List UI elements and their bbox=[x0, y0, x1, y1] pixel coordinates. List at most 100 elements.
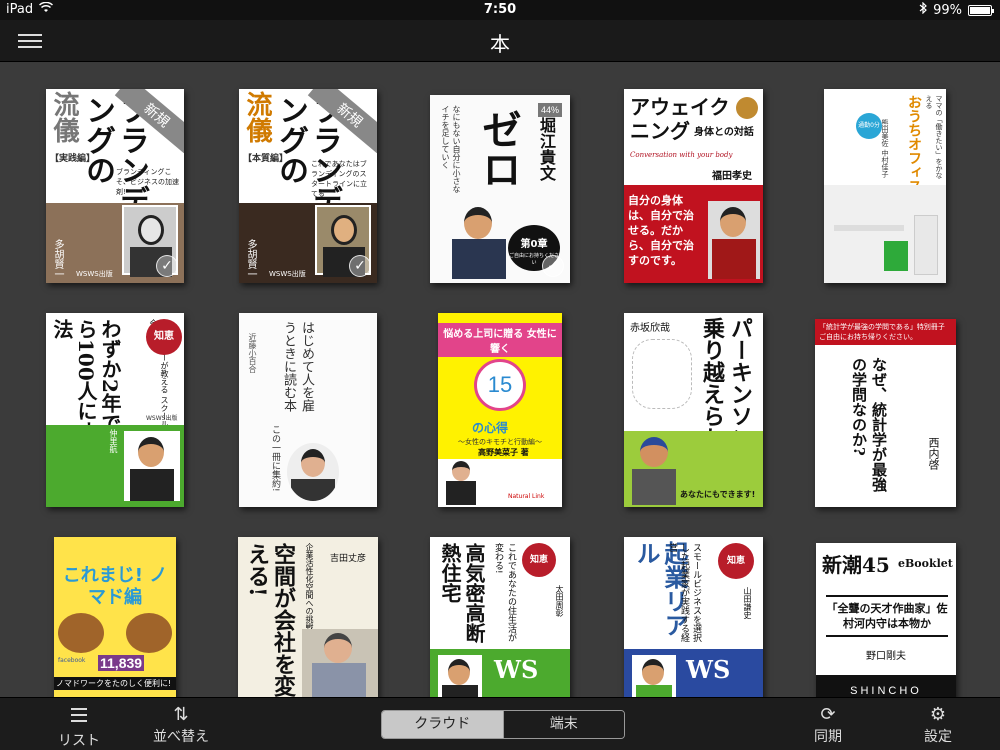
progress-badge: 44% bbox=[537, 103, 562, 117]
list-button[interactable]: リスト bbox=[52, 704, 106, 750]
author-photo bbox=[632, 655, 676, 697]
book-author: 堀江貴文 bbox=[537, 117, 556, 181]
book-cover[interactable]: なにもない自分に小さなイチを足していく ゼロ 堀江貴文 第0章 ご自由にお持ちく… bbox=[430, 95, 570, 283]
book-cover[interactable]: アウェイクニング 身体との対話 Conversation with your b… bbox=[624, 89, 763, 283]
settings-label: 設定 bbox=[924, 729, 952, 745]
book-subtitle: あなたにもできます! bbox=[680, 490, 756, 499]
book-big-text: はじめて人を雇うときに読む本 bbox=[281, 321, 314, 412]
book-author: 近藤小百合 bbox=[248, 333, 257, 373]
book-number: 11,839 bbox=[98, 655, 145, 671]
sort-label: 並べ替え bbox=[153, 729, 209, 745]
book-author: 太田周彰 bbox=[555, 585, 564, 617]
book-big-text: 新潮45 bbox=[822, 553, 890, 577]
footprint-illustration bbox=[632, 339, 692, 409]
book-top-text: 流儀 bbox=[49, 91, 79, 143]
book-publisher: WSWS出版 bbox=[76, 270, 113, 278]
sync-icon: ⟳ bbox=[820, 704, 836, 725]
author-photo bbox=[444, 207, 514, 281]
gear-icon: ⚙ bbox=[929, 704, 947, 725]
book-subtitle: 企業活性化空間への挑戦 bbox=[305, 543, 314, 631]
book-cover[interactable]: 空間が会社を変える! 企業活性化空間への挑戦 吉田丈彦 bbox=[238, 537, 378, 697]
book-subtitle: ノマドワークをたのしく便利に! bbox=[54, 677, 176, 690]
list-icon bbox=[52, 708, 106, 730]
book-author: 多胡賢一 bbox=[245, 239, 256, 279]
sort-button[interactable]: ⇅ 並べ替え bbox=[146, 704, 216, 746]
book-subtitle: なにもない自分に小さなイチを足していく bbox=[441, 105, 461, 193]
author-photo bbox=[628, 433, 680, 505]
book-publisher: SHINCHO bbox=[816, 675, 956, 697]
book-cover[interactable]: 起業リアル スモールビジネスを選択した起業家が実践する経営 知恵 山田謙史 WS bbox=[624, 537, 763, 697]
book-cover[interactable]: 流儀 【本質編】 ブランディングの これであなたはブランディングのスタートライン… bbox=[239, 89, 377, 283]
book-author: 多胡賢一 bbox=[52, 239, 63, 279]
bear-illustration bbox=[126, 613, 172, 653]
book-subtitle: 「全聾の天才作曲家」佐村河内守は本物か bbox=[826, 595, 948, 637]
author-photo bbox=[438, 655, 482, 697]
book-cover[interactable]: 新潮45 eBooklet 「全聾の天才作曲家」佐村河内守は本物か 野口剛夫 S… bbox=[816, 543, 956, 697]
book-publisher: WSWS出版 bbox=[146, 415, 178, 422]
ws-logo: WS bbox=[686, 655, 731, 684]
book-cover[interactable]: 赤坂欣哉 パーキンソン病は乗り越えられる! あなたにもできます! bbox=[624, 313, 763, 507]
sync-label: 同期 bbox=[814, 729, 842, 745]
book-author: 仲里航 bbox=[109, 429, 118, 453]
author-photo bbox=[124, 431, 180, 501]
book-big-text: 高気密高断熱住宅 bbox=[438, 543, 486, 643]
series-seal: 知恵 bbox=[522, 543, 556, 577]
settings-button[interactable]: ⚙ 設定 bbox=[916, 704, 960, 746]
book-subtitle: ブランディングこそ、ビジネスの加速剤! bbox=[116, 168, 179, 196]
book-big-text: 空間が会社を変える! bbox=[244, 543, 296, 697]
chapter-label: 第0章 bbox=[520, 239, 548, 250]
segment-device[interactable]: 端末 bbox=[502, 711, 624, 738]
segment-cloud[interactable]: クラウド bbox=[382, 711, 503, 738]
book-note: facebook bbox=[58, 657, 86, 664]
clock: 7:50 bbox=[483, 2, 517, 17]
book-subtitle: これであなたの住生活が変わる! bbox=[493, 543, 516, 642]
downloaded-check-icon: ✓ bbox=[349, 255, 371, 277]
book-subtitle: スモールビジネスを選択した起業家が実践する経営 bbox=[667, 543, 701, 642]
book-cover[interactable]: わずか2年で0人から100人にする方法 元Jリーガーが教える スクール会員数を … bbox=[46, 313, 184, 507]
book-subtitle: 身体との対話 bbox=[694, 127, 754, 138]
downloaded-check-icon: ✓ bbox=[542, 255, 564, 277]
book-big-text: おうちオフィス bbox=[906, 95, 922, 193]
list-label: リスト bbox=[58, 733, 100, 749]
book-cover[interactable]: はじめて人を雇うときに読む本 近藤小百合 この一冊に集約! bbox=[239, 313, 377, 507]
sync-button[interactable]: ⟳ 同期 bbox=[806, 704, 850, 746]
status-bar: iPad 7:50 99% bbox=[0, 0, 1000, 20]
book-en-title: Conversation with your body bbox=[630, 151, 733, 159]
book-tagline: 自分の身体は、自分で治せる。だから、自分で治すのです。 bbox=[628, 194, 694, 267]
book-cover[interactable]: 悩める上司に贈る 女性に響く 15 の心得 〜女性のキモチと行動編〜 高野美菜子… bbox=[438, 313, 562, 507]
nav-bar: 本 bbox=[0, 20, 1000, 62]
series-seal: 知恵 bbox=[146, 319, 182, 355]
book-cover[interactable]: 流儀 【実践編】 ブランディングの ブランディングこそ、ビジネスの加速剤! 多胡… bbox=[46, 89, 184, 283]
book-top-text: 流儀 bbox=[242, 91, 272, 143]
book-banner: 「統計学が最強の学問である」特別冊子 ご自由にお持ち帰りください。 bbox=[815, 319, 956, 345]
book-big-text: これまじ! ノマド編 bbox=[62, 565, 168, 608]
page-title: 本 bbox=[490, 32, 510, 56]
book-cover[interactable]: これまじ! ノマド編 facebook 11,839 ノマドワークをたのしく便利… bbox=[54, 537, 176, 697]
book-en-title: eBooklet bbox=[898, 557, 953, 570]
bear-illustration bbox=[58, 613, 104, 653]
book-cover[interactable]: 「統計学が最強の学問である」特別冊子 ご自由にお持ち帰りください。 なぜ、統計学… bbox=[815, 319, 956, 507]
awakening-logo bbox=[736, 97, 758, 119]
sort-icon: ⇅ bbox=[173, 704, 189, 725]
battery-icon bbox=[968, 4, 994, 16]
room-photo bbox=[824, 185, 946, 283]
book-cover[interactable]: ママの「働きたい」をかなえる おうちオフィス 熊田美佐 中村佳子 通勤0分 bbox=[824, 89, 946, 283]
storage-segmented-control: クラウド 端末 bbox=[381, 710, 625, 739]
book-note: Natural Link bbox=[508, 493, 545, 500]
bookshelf: 流儀 【実践編】 ブランディングの ブランディングこそ、ビジネスの加速剤! 多胡… bbox=[0, 63, 1000, 697]
book-subtitle: この一冊に集約! bbox=[270, 425, 280, 492]
number-circle: 15 bbox=[474, 359, 526, 411]
battery-percent: 99% bbox=[933, 2, 962, 18]
book-banner: 悩める上司に贈る 女性に響く bbox=[438, 323, 562, 357]
author-photo bbox=[302, 629, 378, 697]
downloaded-check-icon: ✓ bbox=[156, 255, 178, 277]
book-author: 山田謙史 bbox=[743, 587, 752, 619]
series-seal: 知恵 bbox=[718, 543, 754, 579]
commute-badge: 通勤0分 bbox=[856, 113, 882, 139]
book-subtitle: 〜女性のキモチと行動編〜 bbox=[458, 438, 542, 446]
book-author: 西内啓 bbox=[927, 437, 940, 470]
book-author: 吉田丈彦 bbox=[330, 554, 367, 564]
book-subtitle: これであなたはブランディングのスタートラインに立てる bbox=[311, 160, 367, 198]
bluetooth-icon bbox=[919, 1, 927, 18]
book-cover[interactable]: 高気密高断熱住宅 これであなたの住生活が変わる! 知恵 太田周彰 WS bbox=[430, 537, 570, 697]
